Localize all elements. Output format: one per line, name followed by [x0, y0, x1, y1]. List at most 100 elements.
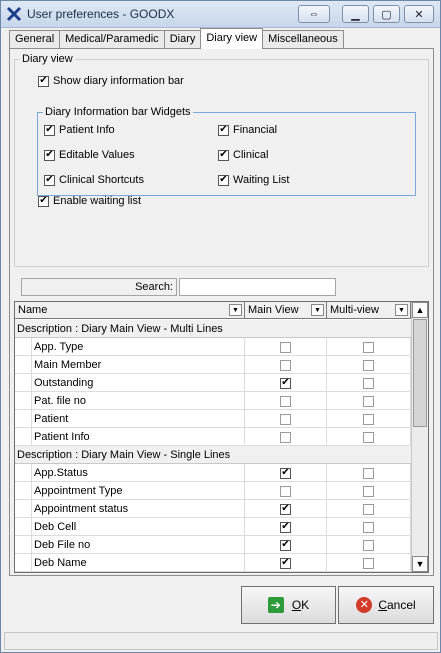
ok-label-rest: K	[301, 598, 310, 612]
checkbox-box[interactable]	[44, 174, 55, 186]
main-view-checkbox[interactable]	[280, 557, 291, 569]
main-view-checkbox[interactable]	[280, 413, 291, 425]
column-header-name[interactable]: Name ▼	[15, 302, 245, 319]
table-row[interactable]: Pat. file no	[15, 392, 411, 410]
tab-diary[interactable]: Diary	[163, 30, 202, 49]
multi-view-checkbox[interactable]	[363, 395, 374, 407]
widgets-group-title: Diary Information bar Widgets	[43, 106, 193, 118]
main-view-checkbox[interactable]	[280, 431, 291, 443]
multi-view-checkbox[interactable]	[363, 521, 374, 533]
table-row[interactable]: App. Type	[15, 338, 411, 356]
table-row[interactable]: Main Member	[15, 356, 411, 374]
table-row[interactable]: Deb File no	[15, 536, 411, 554]
search-input[interactable]	[179, 278, 336, 296]
table-row[interactable]: Deb Name	[15, 554, 411, 572]
table-row[interactable]: Appointment status	[15, 500, 411, 518]
minimize-button[interactable]: ▁	[342, 5, 369, 23]
multi-view-checkbox[interactable]	[363, 539, 374, 551]
column-header-main-view[interactable]: Main View ▼	[245, 302, 327, 319]
row-name: Deb Cell	[31, 518, 245, 536]
multi-view-checkbox[interactable]	[363, 377, 374, 389]
vertical-scrollbar[interactable]: ▲ ▼	[411, 302, 428, 572]
resize-grip-icon[interactable]: ⋯	[147, 649, 156, 653]
main-view-checkbox[interactable]	[280, 503, 291, 515]
main-view-checkbox[interactable]	[280, 539, 291, 551]
main-view-checkbox[interactable]	[280, 395, 291, 407]
window-title: User preferences - GOODX	[27, 7, 175, 21]
widget-financial-checkbox[interactable]: Financial	[218, 124, 277, 136]
column-filter-dropdown-icon[interactable]: ▼	[229, 304, 242, 316]
widget-waiting-list-checkbox[interactable]: Waiting List	[218, 174, 289, 186]
main-view-checkbox[interactable]	[280, 521, 291, 533]
swap-window-button[interactable]: ⇔	[298, 5, 330, 23]
table-row[interactable]: Patient	[15, 410, 411, 428]
checkbox-box[interactable]	[38, 195, 49, 207]
widget-clinical-shortcuts-checkbox[interactable]: Clinical Shortcuts	[44, 174, 144, 186]
cancel-button-label: Cancel	[378, 598, 415, 612]
multi-view-checkbox[interactable]	[363, 341, 374, 353]
cancel-button[interactable]: ✕ Cancel	[338, 586, 434, 624]
show-diary-info-bar-checkbox[interactable]: Show diary information bar	[38, 75, 184, 87]
tab-general[interactable]: General	[9, 30, 61, 49]
column-filter-dropdown-icon[interactable]: ▼	[395, 304, 408, 316]
scroll-up-arrow-icon[interactable]: ▲	[412, 302, 428, 318]
checkbox-box[interactable]	[38, 75, 49, 87]
main-view-checkbox[interactable]	[280, 359, 291, 371]
widget-label: Editable Values	[59, 149, 135, 161]
enable-waiting-list-checkbox[interactable]: Enable waiting list	[38, 195, 141, 207]
row-name: Appointment Type	[31, 482, 245, 500]
group-row[interactable]: Description : Diary Main View - Multi Li…	[15, 320, 411, 338]
column-header-label: Multi-view	[330, 304, 379, 316]
column-header-multi-view[interactable]: Multi-view ▼	[327, 302, 411, 319]
multi-view-cell	[327, 464, 411, 482]
widget-label: Financial	[233, 124, 278, 136]
diary-info-bar-widgets-group: Diary Information bar Widgets Patient In…	[37, 106, 416, 196]
main-view-checkbox[interactable]	[280, 341, 291, 353]
column-filter-dropdown-icon[interactable]: ▼	[311, 304, 324, 316]
tab-medical-paramedic[interactable]: Medical/Paramedic	[59, 30, 165, 49]
group-row[interactable]: Description : Diary Main View - Single L…	[15, 446, 411, 464]
tab-diary-view[interactable]: Diary view	[200, 28, 264, 49]
table-row[interactable]: Patient Info	[15, 428, 411, 446]
widget-label: Clinical	[233, 149, 269, 161]
multi-view-checkbox[interactable]	[363, 485, 374, 497]
title-bar[interactable]: User preferences - GOODX ⇔ ▁ ▢ ✕	[1, 1, 440, 28]
widget-editable-values-checkbox[interactable]: Editable Values	[44, 149, 135, 161]
table-row[interactable]: Outstanding	[15, 374, 411, 392]
multi-view-checkbox[interactable]	[363, 467, 374, 479]
widget-clinical-checkbox[interactable]: Clinical	[218, 149, 268, 161]
close-button[interactable]: ✕	[404, 5, 434, 23]
main-view-cell	[245, 410, 327, 428]
row-name: Outstanding	[31, 374, 245, 392]
widget-patient-info-checkbox[interactable]: Patient Info	[44, 124, 115, 136]
main-view-cell	[245, 338, 327, 356]
grid-rows: Description : Diary Main View - Multi Li…	[15, 320, 411, 572]
multi-view-cell	[327, 536, 411, 554]
table-row[interactable]: App.Status	[15, 464, 411, 482]
checkbox-box[interactable]	[218, 174, 229, 186]
row-name: Patient	[31, 410, 245, 428]
scroll-down-arrow-icon[interactable]: ▼	[412, 556, 428, 572]
search-label: Search:	[21, 278, 177, 296]
multi-view-checkbox[interactable]	[363, 431, 374, 443]
checkbox-box[interactable]	[44, 149, 55, 161]
main-view-cell	[245, 482, 327, 500]
table-row[interactable]: Appointment Type	[15, 482, 411, 500]
multi-view-checkbox[interactable]	[363, 413, 374, 425]
maximize-button[interactable]: ▢	[373, 5, 400, 23]
multi-view-checkbox[interactable]	[363, 503, 374, 515]
multi-view-checkbox[interactable]	[363, 557, 374, 569]
checkbox-box[interactable]	[44, 124, 55, 136]
main-view-checkbox[interactable]	[280, 377, 291, 389]
table-row[interactable]: Deb Cell	[15, 518, 411, 536]
multi-view-checkbox[interactable]	[363, 359, 374, 371]
main-view-checkbox[interactable]	[280, 467, 291, 479]
tab-miscellaneous[interactable]: Miscellaneous	[262, 30, 344, 49]
ok-button[interactable]: ➔ OK	[241, 586, 336, 624]
main-view-checkbox[interactable]	[280, 485, 291, 497]
checkbox-box[interactable]	[218, 124, 229, 136]
column-header-label: Name	[18, 304, 48, 316]
cancel-x-icon: ✕	[356, 597, 373, 613]
scrollbar-thumb[interactable]	[413, 319, 427, 427]
checkbox-box[interactable]	[218, 149, 229, 161]
